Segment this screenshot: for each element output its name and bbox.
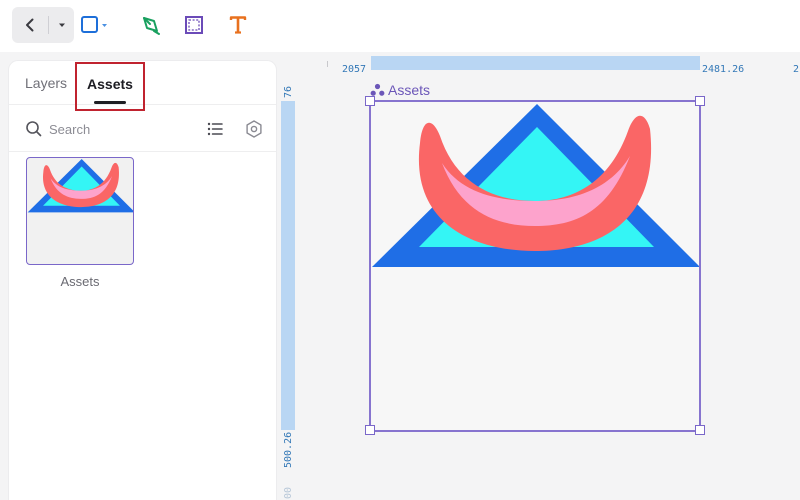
search-input[interactable] (49, 118, 189, 140)
rectangle-tool-button[interactable] (78, 8, 112, 42)
pen-icon (143, 17, 160, 35)
vertical-ruler-selection (281, 101, 295, 430)
frame-title[interactable]: Assets (370, 82, 430, 98)
list-view-icon[interactable] (205, 119, 225, 139)
rectangle-icon (81, 16, 107, 33)
asset-name: Assets (60, 274, 100, 289)
resize-handle-bottom-right[interactable] (695, 425, 705, 435)
ruler-tick (327, 61, 328, 67)
settings-icon[interactable] (243, 118, 265, 140)
horizontal-ruler-selection (371, 56, 700, 70)
resize-handle-top-left[interactable] (365, 96, 375, 106)
tab-assets[interactable]: Assets (75, 62, 145, 111)
navigation-group (12, 7, 74, 43)
asset-preview-image (27, 158, 133, 213)
history-dropdown-button[interactable] (50, 7, 74, 43)
artwork (372, 104, 700, 267)
text-tool-button[interactable] (221, 8, 255, 42)
frame-icon (185, 16, 203, 34)
design-canvas[interactable]: 2057 2481.26 2 76 500.26 00 Assets (281, 52, 800, 500)
ruler-x-next: 2 (793, 64, 800, 75)
pen-tool-button[interactable] (134, 8, 168, 42)
frame-tool-button[interactable] (177, 8, 211, 42)
artboard[interactable] (370, 101, 700, 431)
ruler-y-start: 76 (283, 85, 294, 98)
frame-title-label: Assets (388, 82, 431, 98)
assets-panel: Layers Assets Assets (8, 60, 277, 500)
ruler-x-end: 2481.26 (702, 64, 745, 75)
caret-down-icon (59, 23, 65, 27)
top-toolbar (0, 0, 800, 52)
resize-handle-bottom-left[interactable] (365, 425, 375, 435)
ruler-y-next: 00 (283, 486, 294, 499)
text-icon (229, 16, 247, 34)
search-bar (9, 106, 276, 152)
component-icon (370, 83, 385, 96)
panel-tabs: Layers Assets (9, 61, 276, 111)
active-tab-indicator (94, 101, 126, 104)
divider (48, 16, 49, 34)
chevron-left-icon (26, 18, 34, 32)
resize-handle-top-right[interactable] (695, 96, 705, 106)
back-button[interactable] (12, 7, 48, 43)
ruler-y-end: 500.26 (283, 431, 294, 468)
tab-assets-label: Assets (87, 76, 133, 92)
asset-thumbnail[interactable] (26, 157, 134, 265)
search-icon (26, 121, 42, 137)
ruler-x-start: 2057 (342, 64, 367, 75)
tab-layers[interactable]: Layers (25, 61, 67, 105)
